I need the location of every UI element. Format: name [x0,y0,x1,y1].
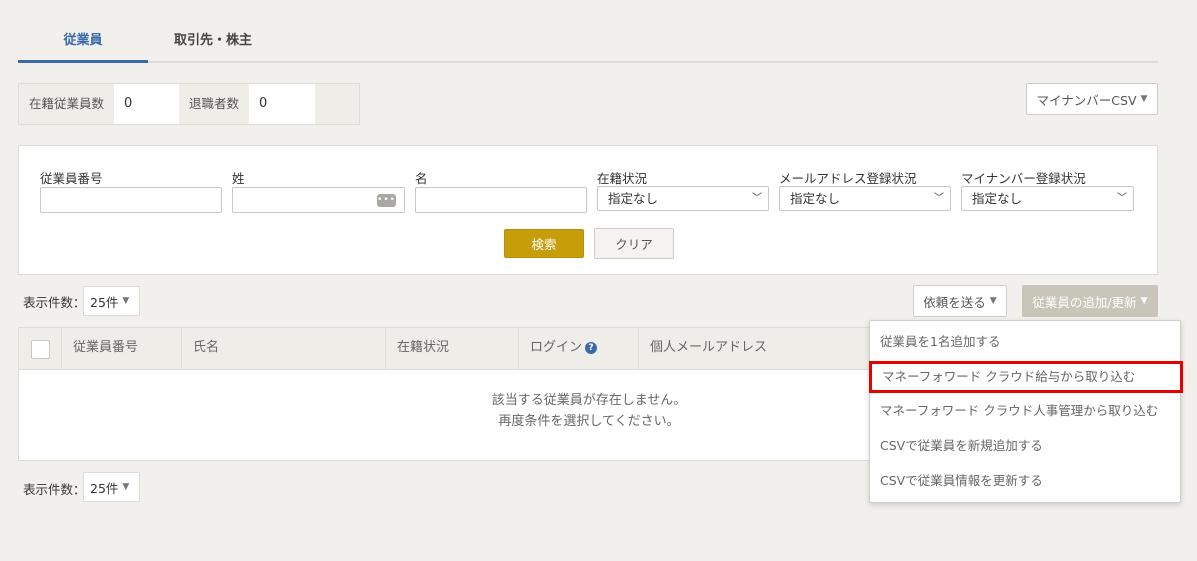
column-login[interactable]: ログイン? [519,328,639,370]
more-dots-icon[interactable]: ••• [377,194,396,207]
search-panel: 従業員番号 姓 ••• 名 在籍状況 指定なし ﹀ メールアドレス登録状況 指定… [18,145,1158,275]
caret-down-icon: ▼ [1140,94,1148,104]
help-icon[interactable]: ? [585,342,598,354]
menu-item-import-from-payroll[interactable]: マネーフォワード クラウド給与から取り込む [869,361,1183,393]
column-login-label: ログイン [530,340,583,355]
menu-item-csv-update[interactable]: CSVで従業員情報を更新する [870,465,1180,497]
per-page-value-bottom: 25件 [90,480,119,496]
email-status-select-value: 指定なし [790,191,841,206]
column-employee-number[interactable]: 従業員番号 [62,328,182,370]
first-name-label: 名 [415,171,428,186]
tab-bar: 従業員 取引先・株主 [18,22,1158,63]
mynumber-status-select[interactable]: 指定なし ﹀ [961,186,1134,211]
select-all-cell [19,328,62,370]
search-button[interactable]: 検索 [504,229,584,258]
menu-item-add-one-employee[interactable]: 従業員を1名追加する [870,326,1180,358]
mynumber-csv-button[interactable]: マイナンバーCSV ▼ [1026,83,1158,115]
tab-employees[interactable]: 従業員 [18,22,148,63]
employee-number-input[interactable] [40,187,222,213]
status-select[interactable]: 指定なし ﹀ [597,186,769,211]
caret-down-icon: ▼ [989,296,997,306]
send-request-button[interactable]: 依頼を送る ▼ [913,285,1007,317]
first-name-input[interactable] [415,187,587,213]
mynumber-status-label: マイナンバー登録状況 [961,171,1086,186]
chevron-down-icon: ﹀ [752,193,762,204]
add-update-employee-label: 従業員の追加/更新 [1032,294,1137,310]
mynumber-status-select-value: 指定なし [972,191,1023,206]
retired-employees-label: 退職者数 [189,96,240,111]
email-status-label: メールアドレス登録状況 [779,171,917,186]
column-name[interactable]: 氏名 [182,328,386,370]
send-request-label: 依頼を送る [923,294,986,310]
per-page-label-bottom: 表示件数： [23,482,86,497]
mynumber-csv-label: マイナンバーCSV [1036,92,1137,108]
add-update-menu: 従業員を1名追加する マネーフォワード クラウド給与から取り込む マネーフォワー… [869,320,1183,503]
employee-counts: 在籍従業員数 0 退職者数 0 [18,83,360,125]
caret-down-icon: ▼ [1140,296,1148,306]
active-employees-value: 0 [114,84,180,124]
clear-button[interactable]: クリア [594,228,674,259]
add-update-employee-button[interactable]: 従業員の追加/更新 ▼ [1022,285,1158,317]
select-all-checkbox[interactable] [31,340,50,359]
caret-down-icon: ▼ [122,482,130,492]
menu-item-import-from-hr[interactable]: マネーフォワード クラウド人事管理から取り込む [870,395,1180,427]
retired-employees-value: 0 [249,84,316,124]
status-label: 在籍状況 [597,171,648,186]
menu-item-csv-add[interactable]: CSVで従業員を新規追加する [870,430,1180,462]
last-name-input[interactable]: ••• [232,187,405,213]
per-page-label: 表示件数： [23,295,86,310]
tab-partners-shareholders[interactable]: 取引先・株主 [148,22,278,63]
employee-number-label: 従業員番号 [40,171,103,186]
per-page-select[interactable]: 25件 ▼ [83,286,140,316]
status-select-value: 指定なし [608,191,659,206]
chevron-down-icon: ﹀ [934,193,944,204]
email-status-select[interactable]: 指定なし ﹀ [779,186,951,211]
active-employees-label: 在籍従業員数 [29,96,105,111]
caret-down-icon: ▼ [122,296,130,306]
column-status[interactable]: 在籍状況 [386,328,519,370]
per-page-select-bottom[interactable]: 25件 ▼ [83,472,140,502]
last-name-label: 姓 [232,171,245,186]
per-page-value: 25件 [90,294,119,310]
chevron-down-icon: ﹀ [1117,193,1127,204]
